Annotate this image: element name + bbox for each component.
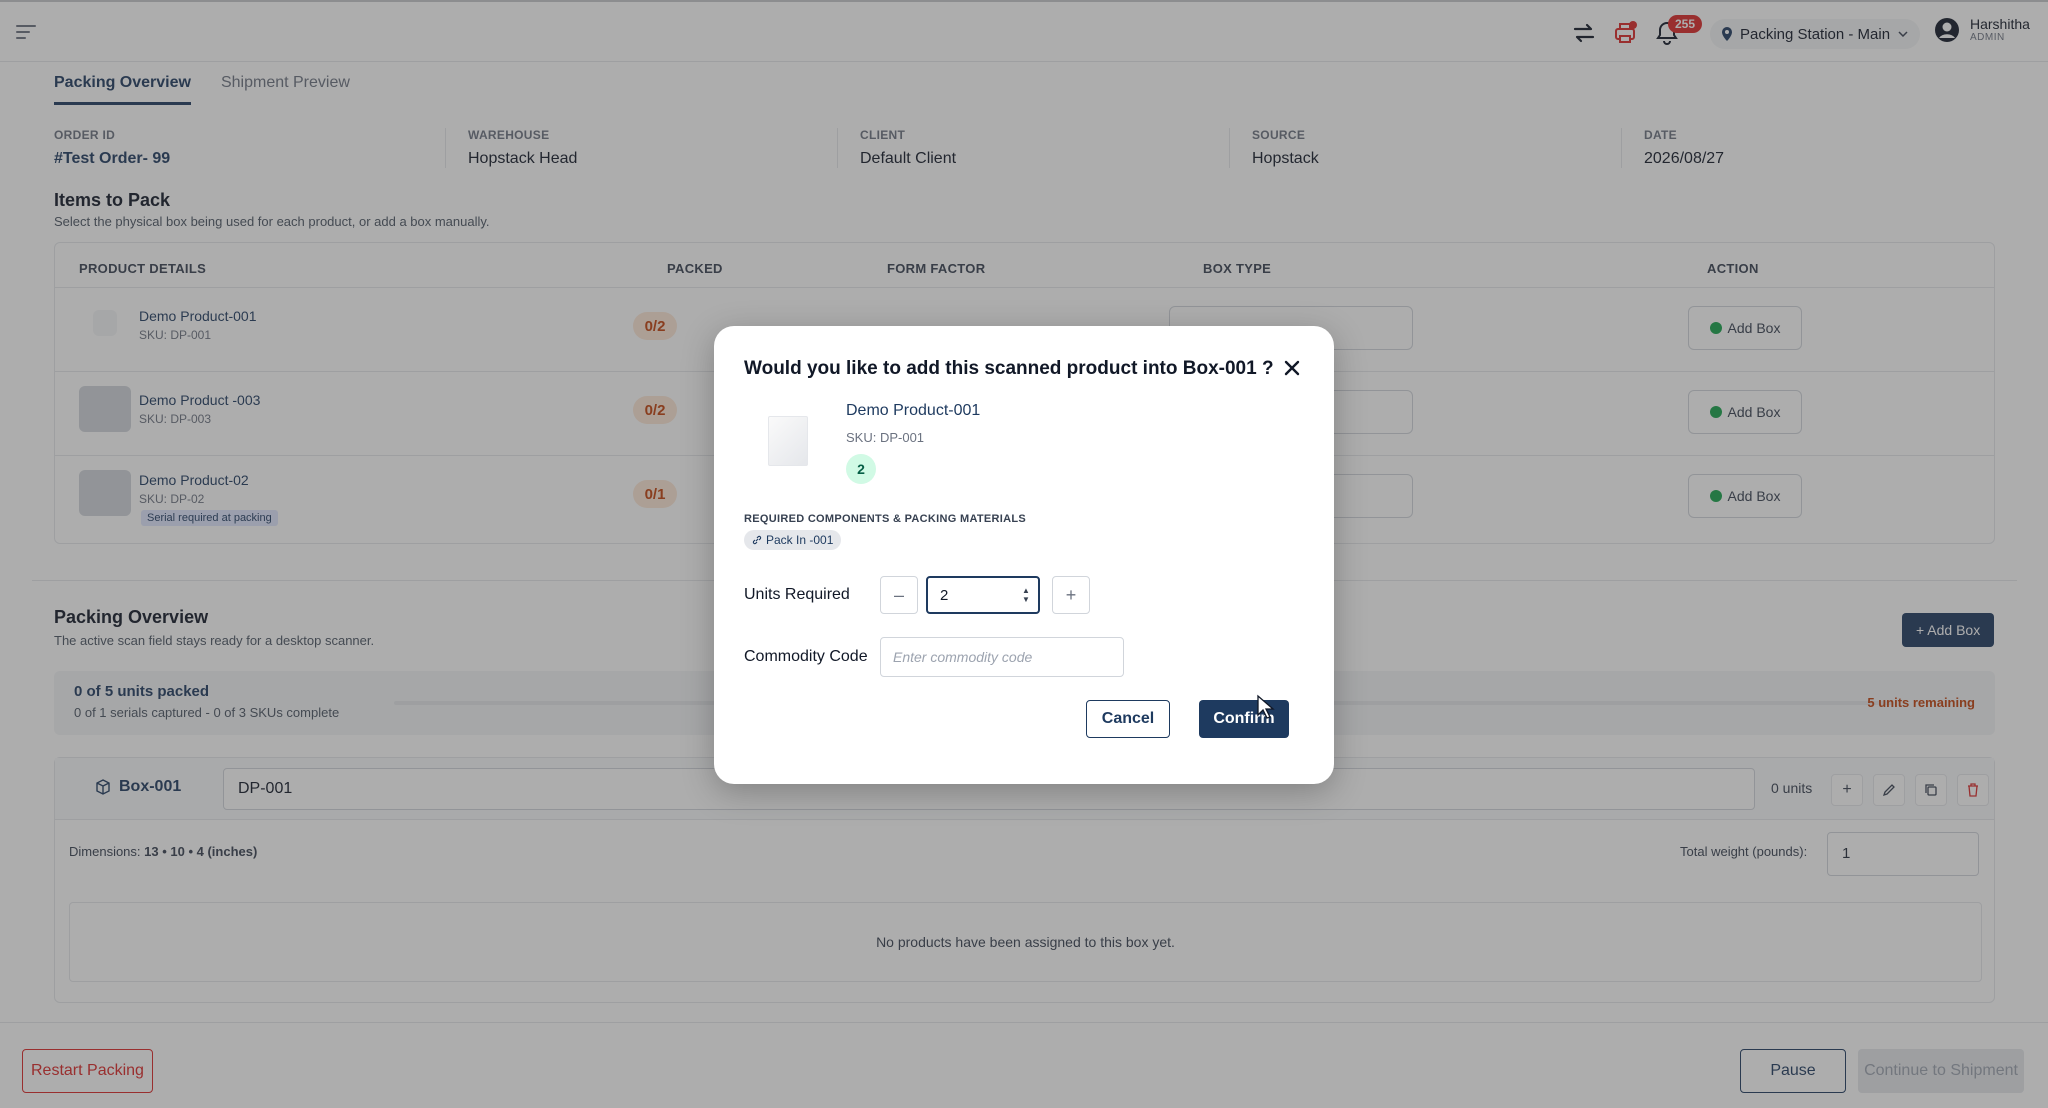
modal-product-sku: SKU: DP-001	[846, 430, 925, 445]
modal-title: Would you like to add this scanned produ…	[744, 358, 1274, 379]
cancel-button[interactable]: Cancel	[1086, 700, 1170, 738]
commodity-code-input[interactable]: Enter commodity code	[880, 637, 1124, 677]
quantity-badge: 2	[846, 454, 876, 484]
units-required-input[interactable]: 2 ▲ ▼	[926, 576, 1040, 614]
required-components-label: REQUIRED COMPONENTS & PACKING MATERIALS	[744, 513, 1027, 525]
commodity-code-label: Commodity Code	[744, 648, 868, 665]
close-icon[interactable]	[1282, 358, 1302, 378]
product-thumbnail	[768, 416, 808, 466]
units-required-value: 2	[940, 587, 949, 604]
link-icon	[752, 535, 762, 545]
units-required-label: Units Required	[744, 586, 850, 603]
modal-product-name[interactable]: Demo Product-001	[846, 402, 980, 420]
pack-in-chip[interactable]: Pack In -001	[744, 530, 842, 550]
pack-in-label: Pack In -001	[766, 533, 834, 547]
increment-button[interactable]: +	[1052, 576, 1090, 614]
add-to-box-modal: Would you like to add this scanned produ…	[714, 326, 1334, 784]
spinner-arrows-icon[interactable]: ▲ ▼	[1022, 586, 1030, 604]
mouse-cursor-icon	[1256, 694, 1276, 725]
decrement-button[interactable]: –	[880, 576, 918, 614]
